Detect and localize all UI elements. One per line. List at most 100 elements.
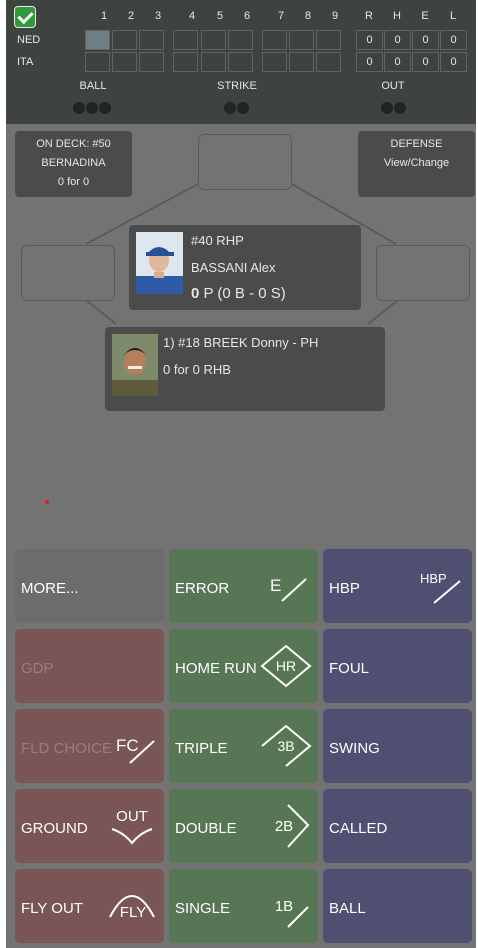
- single-symbol-icon: 1B: [275, 898, 309, 928]
- stat-cell: 0: [384, 30, 411, 50]
- strike-dot: [224, 102, 236, 114]
- foul-label: FOUL: [329, 660, 370, 677]
- pitcher-avatar: [136, 232, 183, 294]
- fld-choice-symbol-icon: FC: [116, 736, 155, 764]
- first-base[interactable]: [376, 245, 470, 301]
- on-deck-panel[interactable]: ON DECK: #50 BERNADINA 0 for 0: [15, 131, 132, 197]
- out-count-dots: [381, 102, 406, 114]
- check-icon[interactable]: [14, 6, 36, 28]
- pitcher-number: #40 RHP: [191, 233, 244, 248]
- batter-photo-icon: [112, 348, 158, 396]
- ground-button[interactable]: GROUND OUT: [15, 789, 164, 863]
- hbp-symbol-text: HBP: [420, 571, 447, 586]
- stat-header-e: E: [421, 10, 429, 22]
- ball-dot: [86, 102, 98, 114]
- scoreboard: 1 2 3 4 5 6 7 8 9 R H E L NED ITA 0 0 0 …: [6, 0, 476, 124]
- ball-button[interactable]: BALL: [323, 869, 472, 943]
- second-base[interactable]: [198, 134, 292, 190]
- gdp-button: GDP: [15, 629, 164, 703]
- fld-choice-label: FLD CHOICE: [21, 740, 112, 757]
- stat-cell: 0: [440, 30, 467, 50]
- home-run-button[interactable]: HOME RUN HR: [169, 629, 318, 703]
- inning-cell[interactable]: [112, 52, 137, 72]
- pitch-count-detail: P (0 B - 0 S): [203, 285, 286, 302]
- double-symbol-icon: 2B: [275, 804, 310, 848]
- triple-label: TRIPLE: [175, 740, 228, 757]
- out-dot: [394, 102, 406, 114]
- third-base[interactable]: [21, 245, 115, 301]
- inning-cell[interactable]: [139, 30, 164, 50]
- batter-avatar: [112, 334, 158, 396]
- inning-cell[interactable]: [173, 52, 198, 72]
- hbp-symbol-icon: HBP: [420, 571, 461, 604]
- hbp-button[interactable]: HBP HBP: [323, 549, 472, 623]
- inning-cell[interactable]: [139, 52, 164, 72]
- single-button[interactable]: SINGLE 1B: [169, 869, 318, 943]
- stat-header-l: L: [449, 10, 457, 22]
- inning-header-3: 3: [154, 10, 162, 22]
- fld-choice-symbol-text: FC: [116, 736, 139, 755]
- inning-header-9: 9: [331, 10, 339, 22]
- inning-header-7: 7: [277, 10, 285, 22]
- defense-view-change: View/Change: [383, 157, 450, 169]
- fly-out-button[interactable]: FLY OUT FLY: [15, 869, 164, 943]
- more-button[interactable]: MORE...: [15, 549, 164, 623]
- stat-header-r: R: [365, 10, 373, 22]
- ball-dot: [99, 102, 111, 114]
- pitch-count-number: 0: [191, 285, 200, 302]
- fld-choice-button[interactable]: FLD CHOICE FC: [15, 709, 164, 783]
- more-label: MORE...: [21, 580, 79, 597]
- inning-cell[interactable]: [289, 30, 314, 50]
- stat-cell: 0: [356, 52, 383, 72]
- inning-cell[interactable]: [262, 30, 287, 50]
- gdp-label: GDP: [21, 660, 54, 677]
- app: 1 2 3 4 5 6 7 8 9 R H E L NED ITA 0 0 0 …: [6, 0, 476, 948]
- ground-out-symbol-icon: OUT: [111, 808, 153, 845]
- defense-panel[interactable]: DEFENSE View/Change: [358, 131, 475, 197]
- fly-out-symbol-icon: FLY: [109, 895, 155, 921]
- inning-header-2: 2: [127, 10, 135, 22]
- called-button[interactable]: CALLED: [323, 789, 472, 863]
- inning-cell[interactable]: [173, 30, 198, 50]
- inning-cell[interactable]: [201, 30, 226, 50]
- foul-button[interactable]: FOUL: [323, 629, 472, 703]
- strike-label: STRIKE: [217, 80, 257, 92]
- single-label: SINGLE: [175, 900, 231, 917]
- stat-cell: 0: [384, 52, 411, 72]
- fly-out-symbol-text: FLY: [120, 904, 146, 921]
- inning-cell[interactable]: [112, 30, 137, 50]
- team-name-home: NED: [17, 34, 41, 46]
- inning-cell[interactable]: [228, 52, 253, 72]
- inning-cell[interactable]: [85, 52, 110, 72]
- pitcher-photo-icon: [136, 247, 183, 294]
- batter-panel[interactable]: 1) #18 BREEK Donny - PH 0 for 0 RHB: [105, 327, 385, 411]
- inning-cell[interactable]: [228, 30, 253, 50]
- error-label: ERROR: [175, 580, 230, 597]
- pitcher-name: BASSANI Alex: [191, 260, 276, 275]
- inning-header-6: 6: [243, 10, 251, 22]
- pitch-count: 0 P (0 B - 0 S): [191, 285, 286, 302]
- pitcher-panel[interactable]: #40 RHP BASSANI Alex 0 P (0 B - 0 S): [129, 225, 361, 310]
- double-symbol-text: 2B: [275, 818, 293, 835]
- swing-label: SWING: [329, 740, 380, 757]
- inning-cell[interactable]: [201, 52, 226, 72]
- inning-cell[interactable]: [85, 30, 110, 50]
- inning-cell[interactable]: [262, 52, 287, 72]
- batter-name: 1) #18 BREEK Donny - PH: [163, 335, 319, 350]
- stat-cell: 0: [356, 30, 383, 50]
- inning-cell[interactable]: [316, 52, 341, 72]
- triple-button[interactable]: TRIPLE 3B: [169, 709, 318, 783]
- error-button[interactable]: ERROR E: [169, 549, 318, 623]
- stat-cell: 0: [412, 30, 439, 50]
- inning-cell[interactable]: [316, 30, 341, 50]
- inning-cell[interactable]: [289, 52, 314, 72]
- stat-cell: 0: [440, 52, 467, 72]
- ball-label: BALL: [79, 80, 107, 92]
- double-button[interactable]: DOUBLE 2B: [169, 789, 318, 863]
- ground-label: GROUND: [21, 820, 88, 837]
- stat-cell: 0: [412, 52, 439, 72]
- swing-button[interactable]: SWING: [323, 709, 472, 783]
- ball-dot: [73, 102, 85, 114]
- triple-symbol-text: 3B: [277, 738, 294, 754]
- triple-symbol-icon: 3B: [261, 724, 312, 767]
